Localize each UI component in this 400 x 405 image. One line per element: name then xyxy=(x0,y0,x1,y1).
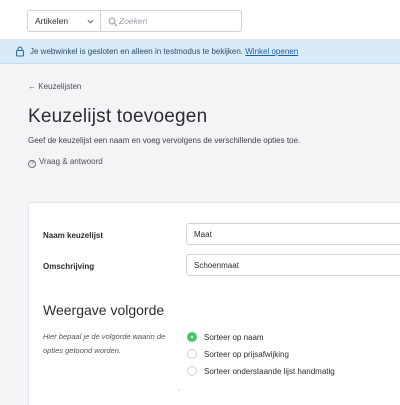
question-icon: ? xyxy=(28,160,36,168)
back-link-label: Keuzelijsten xyxy=(38,82,82,91)
page-description: Geef de keuzelijst een naam en voeg verv… xyxy=(28,136,301,145)
radio-sort-by-name[interactable]: Sorteer op naam xyxy=(187,331,264,343)
divider-mark xyxy=(178,389,180,391)
search-scope-value: Artikelen xyxy=(35,16,69,26)
name-field[interactable] xyxy=(186,223,400,245)
help-link[interactable]: ? Vraag & antwoord xyxy=(28,157,103,168)
arrow-left-icon: ← xyxy=(28,82,39,91)
radio-indicator xyxy=(187,366,197,376)
search-scope-select[interactable]: Artikelen xyxy=(27,10,101,32)
back-link[interactable]: ← Keuzelijsten xyxy=(28,82,81,91)
display-order-hint: Hier bepaal je de volgorde waarin de opt… xyxy=(43,332,166,355)
radio-label: Sorteer onderstaande lijst handmatig xyxy=(204,366,335,376)
description-label: Omschrijving xyxy=(43,262,95,271)
banner-message: Je webwinkel is gesloten en alleen in te… xyxy=(30,47,244,56)
top-bar: Artikelen xyxy=(0,0,400,40)
radio-sort-manual[interactable]: Sorteer onderstaande lijst handmatig xyxy=(187,365,335,377)
help-link-label: Vraag & antwoord xyxy=(39,157,103,166)
page-title: Keuzelijst toevoegen xyxy=(28,106,208,127)
search-icon xyxy=(108,17,118,27)
chevron-down-icon xyxy=(87,19,94,24)
radio-indicator xyxy=(187,349,197,359)
lock-icon xyxy=(15,46,25,57)
form-card: Naam keuzelijst Omschrijving Weergave vo… xyxy=(28,202,400,405)
radio-label: Sorteer op prijsafwijking xyxy=(204,349,289,359)
testmode-banner: Je webwinkel is gesloten en alleen in te… xyxy=(0,40,400,64)
open-shop-link[interactable]: Winkel openen xyxy=(245,47,298,56)
radio-label: Sorteer op naam xyxy=(204,332,264,342)
search-box xyxy=(101,10,242,32)
description-field[interactable] xyxy=(186,254,400,276)
display-order-title: Weergave volgorde xyxy=(43,302,165,318)
radio-sort-by-price[interactable]: Sorteer op prijsafwijking xyxy=(187,348,289,360)
name-label: Naam keuzelijst xyxy=(43,231,104,240)
search-input[interactable] xyxy=(119,13,237,29)
radio-indicator xyxy=(187,332,197,342)
